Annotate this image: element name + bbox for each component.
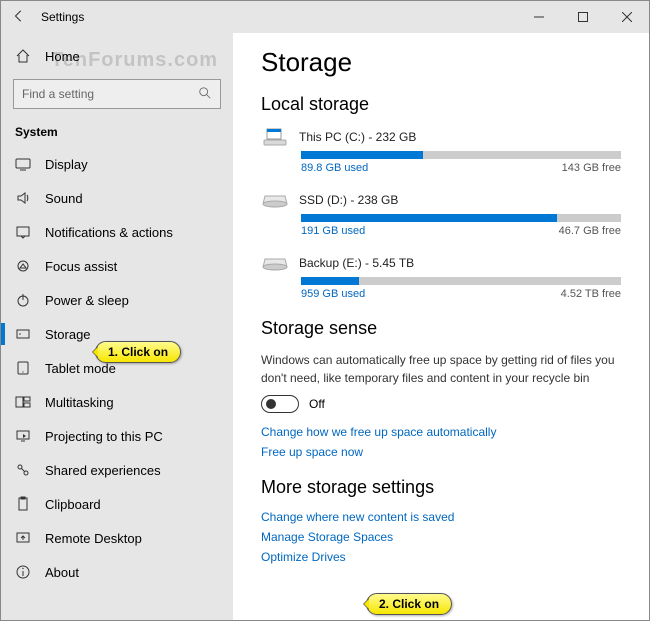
about-icon [15, 564, 31, 580]
nav-list: Display Sound Notifications & actions Focus… [1, 147, 233, 620]
sidebar-item-label: Display [45, 157, 88, 172]
section-label: System [1, 119, 233, 147]
drive-bar [301, 151, 621, 159]
home-icon [15, 48, 31, 64]
sidebar-item-label: Focus assist [45, 259, 117, 274]
maximize-button[interactable] [561, 2, 605, 32]
local-storage-heading: Local storage [261, 94, 621, 115]
sidebar-item-multi[interactable]: Multitasking [1, 385, 233, 419]
drive-icon [261, 127, 289, 147]
close-button[interactable] [605, 2, 649, 32]
project-icon [15, 428, 31, 444]
sidebar-item-display[interactable]: Display [1, 147, 233, 181]
power-icon [15, 292, 31, 308]
display-icon [15, 156, 31, 172]
shared-icon [15, 462, 31, 478]
link-change-free-up[interactable]: Change how we free up space automaticall… [261, 425, 621, 439]
clipboard-icon [15, 496, 31, 512]
storage-sense-heading: Storage sense [261, 318, 621, 339]
link-change-content-saved[interactable]: Change where new content is saved [261, 510, 621, 524]
sidebar-item-power[interactable]: Power & sleep [1, 283, 233, 317]
callout-2: 2. Click on [366, 593, 452, 615]
drive-icon [261, 190, 289, 210]
sidebar-item-label: Multitasking [45, 395, 114, 410]
drives-list: This PC (C:) - 232 GB 89.8 GB used 143 GB … [261, 127, 621, 300]
sidebar-item-project[interactable]: Projecting to this PC [1, 419, 233, 453]
sidebar-item-focus[interactable]: Focus assist [1, 249, 233, 283]
sidebar-item-label: Notifications & actions [45, 225, 173, 240]
drive-name: Backup (E:) - 5.45 TB [299, 256, 414, 270]
more-storage-heading: More storage settings [261, 477, 621, 498]
sidebar-item-label: Shared experiences [45, 463, 161, 478]
minimize-button[interactable] [517, 2, 561, 32]
search-input[interactable]: Find a setting [13, 79, 221, 109]
storage-sense-toggle[interactable] [261, 395, 299, 413]
sidebar-item-about[interactable]: About [1, 555, 233, 589]
tablet-icon [15, 360, 31, 376]
remote-icon [15, 530, 31, 546]
titlebar: Settings [1, 1, 649, 33]
drive-row[interactable]: This PC (C:) - 232 GB 89.8 GB used 143 GB … [261, 127, 621, 174]
drive-bar [301, 214, 621, 222]
sidebar-item-label: Storage [45, 327, 91, 342]
sidebar-item-label: Clipboard [45, 497, 101, 512]
storage-icon [15, 326, 31, 342]
drive-name: This PC (C:) - 232 GB [299, 130, 416, 144]
drive-used: 959 GB used [301, 288, 365, 300]
drive-free: 4.52 TB free [561, 288, 621, 300]
toggle-knob [266, 399, 276, 409]
link-optimize-drives[interactable]: Optimize Drives [261, 550, 621, 564]
main-panel: Storage Local storage This PC (C:) - 232… [233, 33, 649, 620]
storage-sense-toggle-row: Off [261, 395, 621, 413]
link-manage-storage-spaces[interactable]: Manage Storage Spaces [261, 530, 621, 544]
drive-used: 89.8 GB used [301, 162, 368, 174]
search-placeholder: Find a setting [22, 87, 94, 101]
window-title: Settings [37, 10, 84, 24]
drive-icon [261, 253, 289, 273]
link-free-up-now[interactable]: Free up space now [261, 445, 621, 459]
sidebar-item-remote[interactable]: Remote Desktop [1, 521, 233, 555]
storage-sense-text: Windows can automatically free up space … [261, 351, 621, 387]
toggle-state-label: Off [309, 397, 325, 411]
drive-row[interactable]: SSD (D:) - 238 GB 191 GB used 46.7 GB free [261, 190, 621, 237]
drive-free: 46.7 GB free [559, 225, 621, 237]
drive-bar [301, 277, 621, 285]
sidebar-item-label: Remote Desktop [45, 531, 142, 546]
sidebar: Home Find a setting System Display Sound N… [1, 33, 233, 620]
drive-name: SSD (D:) - 238 GB [299, 193, 398, 207]
sound-icon [15, 190, 31, 206]
sidebar-item-label: Projecting to this PC [45, 429, 163, 444]
sidebar-item-label: About [45, 565, 79, 580]
sidebar-item-label: Sound [45, 191, 83, 206]
back-button[interactable] [1, 9, 37, 26]
home-nav[interactable]: Home [1, 39, 233, 73]
settings-window: Settings Home Find a setting System Disp… [0, 0, 650, 621]
multi-icon [15, 394, 31, 410]
sidebar-item-sound[interactable]: Sound [1, 181, 233, 215]
drive-free: 143 GB free [562, 162, 621, 174]
home-label: Home [45, 49, 80, 64]
sidebar-item-shared[interactable]: Shared experiences [1, 453, 233, 487]
drive-row[interactable]: Backup (E:) - 5.45 TB 959 GB used 4.52 TB … [261, 253, 621, 300]
drive-used: 191 GB used [301, 225, 365, 237]
page-title: Storage [261, 47, 621, 78]
search-icon [198, 86, 212, 103]
notif-icon [15, 224, 31, 240]
sidebar-item-clipboard[interactable]: Clipboard [1, 487, 233, 521]
sidebar-item-label: Power & sleep [45, 293, 129, 308]
sidebar-item-notif[interactable]: Notifications & actions [1, 215, 233, 249]
focus-icon [15, 258, 31, 274]
callout-1: 1. Click on [95, 341, 181, 363]
